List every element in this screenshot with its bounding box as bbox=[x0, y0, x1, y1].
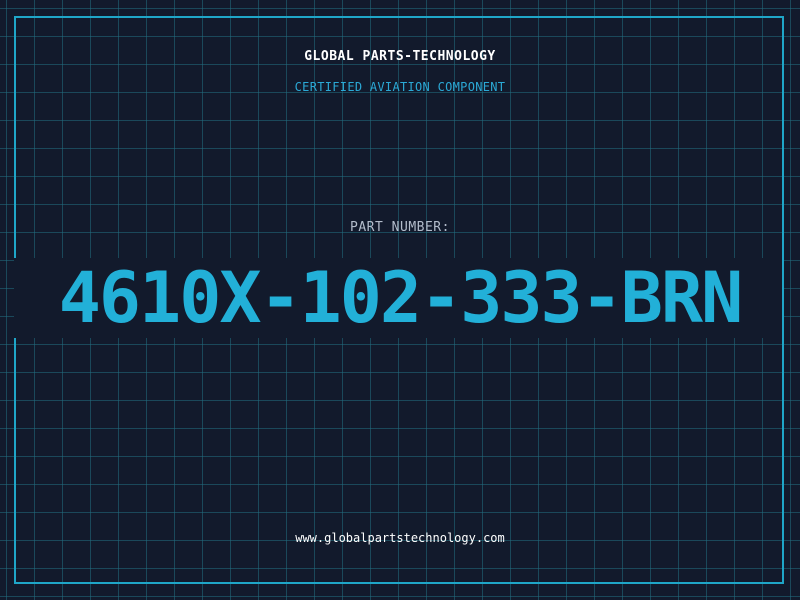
part-number-value: 4610X-102-333-BRN bbox=[58, 257, 743, 339]
brand-title: GLOBAL PARTS-TECHNOLOGY bbox=[304, 49, 496, 64]
brand-subtitle: CERTIFIED AVIATION COMPONENT bbox=[294, 80, 506, 94]
part-number-label: PART NUMBER: bbox=[350, 220, 450, 235]
label-canvas: GLOBAL PARTS-TECHNOLOGY CERTIFIED AVIATI… bbox=[0, 0, 800, 600]
website-url: www.globalpartstechnology.com bbox=[295, 531, 505, 545]
